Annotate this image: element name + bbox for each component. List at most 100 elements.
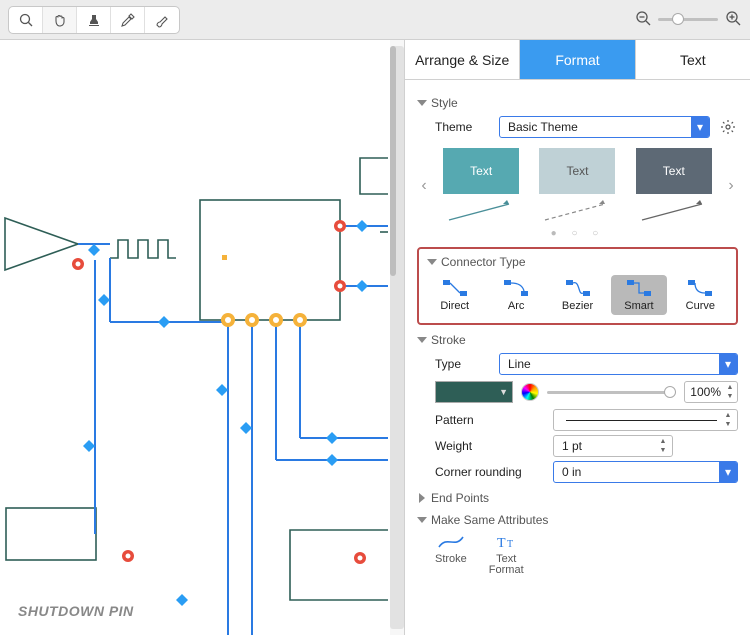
connector-smart-label: Smart xyxy=(624,300,653,312)
inspector-tabs: Arrange & Size Format Text xyxy=(405,40,750,80)
style-arrow-1 xyxy=(443,198,519,224)
zoom-out-icon xyxy=(634,9,652,27)
zoom-out-button[interactable] xyxy=(634,9,652,30)
tool-zoom[interactable] xyxy=(9,7,43,33)
connector-curve-label: Curve xyxy=(686,300,715,312)
select-caret-icon: ▾ xyxy=(719,462,737,482)
theme-select[interactable]: Basic Theme ▾ xyxy=(499,116,710,138)
section-same-attr-header[interactable]: Make Same Attributes xyxy=(417,513,738,527)
same-stroke-icon xyxy=(437,533,465,551)
section-style-title: Style xyxy=(431,96,458,110)
stepper-down-icon[interactable]: ▼ xyxy=(656,446,670,455)
connector-curve[interactable]: Curve xyxy=(673,275,728,315)
tool-eyedropper[interactable] xyxy=(111,7,145,33)
tool-stamp[interactable] xyxy=(77,7,111,33)
brush-icon xyxy=(154,12,170,28)
stepper-down-icon[interactable]: ▼ xyxy=(724,392,736,401)
stroke-type-label: Type xyxy=(435,357,491,371)
pattern-select[interactable]: ▲▼ xyxy=(553,409,738,431)
connector-direct-label: Direct xyxy=(440,300,469,312)
gear-icon xyxy=(720,119,736,135)
section-endpoints-header[interactable]: End Points xyxy=(417,491,738,505)
stepper-up-icon[interactable]: ▲ xyxy=(721,411,735,420)
connector-arc[interactable]: Arc xyxy=(488,275,543,315)
tool-brush[interactable] xyxy=(145,7,179,33)
section-endpoints-title: End Points xyxy=(431,491,489,505)
connector-type-section: Connector Type Direct Arc Bezier xyxy=(417,247,738,325)
section-style-header[interactable]: Style xyxy=(417,96,738,110)
style-arrow-3 xyxy=(636,198,712,224)
zoom-slider-thumb[interactable] xyxy=(672,13,684,25)
stepper-up-icon[interactable]: ▲ xyxy=(656,437,670,446)
style-arrow-2 xyxy=(539,198,615,224)
magnifier-icon xyxy=(18,12,34,28)
same-attr-text-line2: Format xyxy=(489,564,524,576)
tab-arrange-size[interactable]: Arrange & Size xyxy=(405,40,520,79)
connector-arc-icon xyxy=(502,278,530,298)
stepper-down-icon[interactable]: ▼ xyxy=(721,420,735,429)
opacity-value: 100% xyxy=(690,385,721,399)
same-attr-textformat[interactable]: TT Text Format xyxy=(489,533,524,576)
inspector-panel: Arrange & Size Format Text Style Theme B… xyxy=(404,40,750,635)
disclosure-triangle-icon xyxy=(417,100,427,106)
svg-text:T: T xyxy=(507,539,513,550)
disclosure-triangle-icon xyxy=(417,517,427,523)
stroke-color-swatch[interactable]: ▼ xyxy=(435,381,513,403)
connector-bezier-label: Bezier xyxy=(562,300,593,312)
tool-pan[interactable] xyxy=(43,7,77,33)
same-attr-stroke-label: Stroke xyxy=(435,553,467,565)
weight-input[interactable]: 1 pt ▲▼ xyxy=(553,435,673,457)
disclosure-triangle-icon xyxy=(417,337,427,343)
same-text-icon: TT xyxy=(495,533,517,551)
tab-text[interactable]: Text xyxy=(636,40,750,79)
chevron-down-icon: ▼ xyxy=(499,387,508,397)
weight-label: Weight xyxy=(435,439,545,453)
stamp-icon xyxy=(86,12,102,28)
same-attr-stroke[interactable]: Stroke xyxy=(435,533,467,576)
theme-label: Theme xyxy=(435,120,491,134)
opacity-slider-thumb[interactable] xyxy=(664,386,676,398)
gallery-next-button[interactable]: › xyxy=(724,177,738,195)
tab-format[interactable]: Format xyxy=(520,40,635,79)
style-card-3[interactable]: Text xyxy=(636,148,712,194)
pattern-label: Pattern xyxy=(435,413,545,427)
opacity-slider[interactable] xyxy=(547,391,676,394)
connector-direct-icon xyxy=(441,278,469,298)
eyedropper-icon xyxy=(120,12,136,28)
style-gallery: ‹ Text Text Text › xyxy=(417,148,738,224)
style-card-1[interactable]: Text xyxy=(443,148,519,194)
weight-value: 1 pt xyxy=(562,439,582,453)
color-wheel-button[interactable] xyxy=(521,383,539,401)
disclosure-triangle-icon xyxy=(419,493,425,503)
gallery-prev-button[interactable]: ‹ xyxy=(417,177,431,195)
section-connector-title: Connector Type xyxy=(441,255,526,269)
zoom-in-button[interactable] xyxy=(724,9,742,30)
section-stroke-header[interactable]: Stroke xyxy=(417,333,738,347)
stroke-type-select[interactable]: Line ▾ xyxy=(499,353,738,375)
connector-curve-icon xyxy=(686,278,714,298)
tool-group-canvas xyxy=(8,6,180,34)
scrollbar-thumb[interactable] xyxy=(390,46,396,276)
section-same-attr-title: Make Same Attributes xyxy=(431,513,548,527)
theme-settings-button[interactable] xyxy=(718,117,738,137)
connector-bezier[interactable]: Bezier xyxy=(550,275,605,315)
zoom-slider[interactable] xyxy=(658,18,718,21)
top-toolbar xyxy=(0,0,750,40)
style-card-2[interactable]: Text xyxy=(539,148,615,194)
canvas-scrollbar[interactable] xyxy=(390,40,404,635)
zoom-controls xyxy=(634,9,742,30)
opacity-input[interactable]: 100% ▲▼ xyxy=(684,381,738,403)
connector-smart-icon xyxy=(625,278,653,298)
corner-rounding-select[interactable]: 0 in ▾ xyxy=(553,461,738,483)
select-caret-icon: ▾ xyxy=(719,354,737,374)
zoom-in-icon xyxy=(724,9,742,27)
gallery-page-dots[interactable]: ● ○ ○ xyxy=(417,228,738,239)
diagram-content xyxy=(0,40,390,635)
canvas-area[interactable]: SHUTDOWN PIN xyxy=(0,40,390,635)
connector-smart[interactable]: Smart xyxy=(611,275,666,315)
connector-arc-label: Arc xyxy=(508,300,525,312)
stepper-up-icon[interactable]: ▲ xyxy=(724,383,736,392)
corner-rounding-label: Corner rounding xyxy=(435,465,545,479)
connector-direct[interactable]: Direct xyxy=(427,275,482,315)
section-stroke-title: Stroke xyxy=(431,333,466,347)
